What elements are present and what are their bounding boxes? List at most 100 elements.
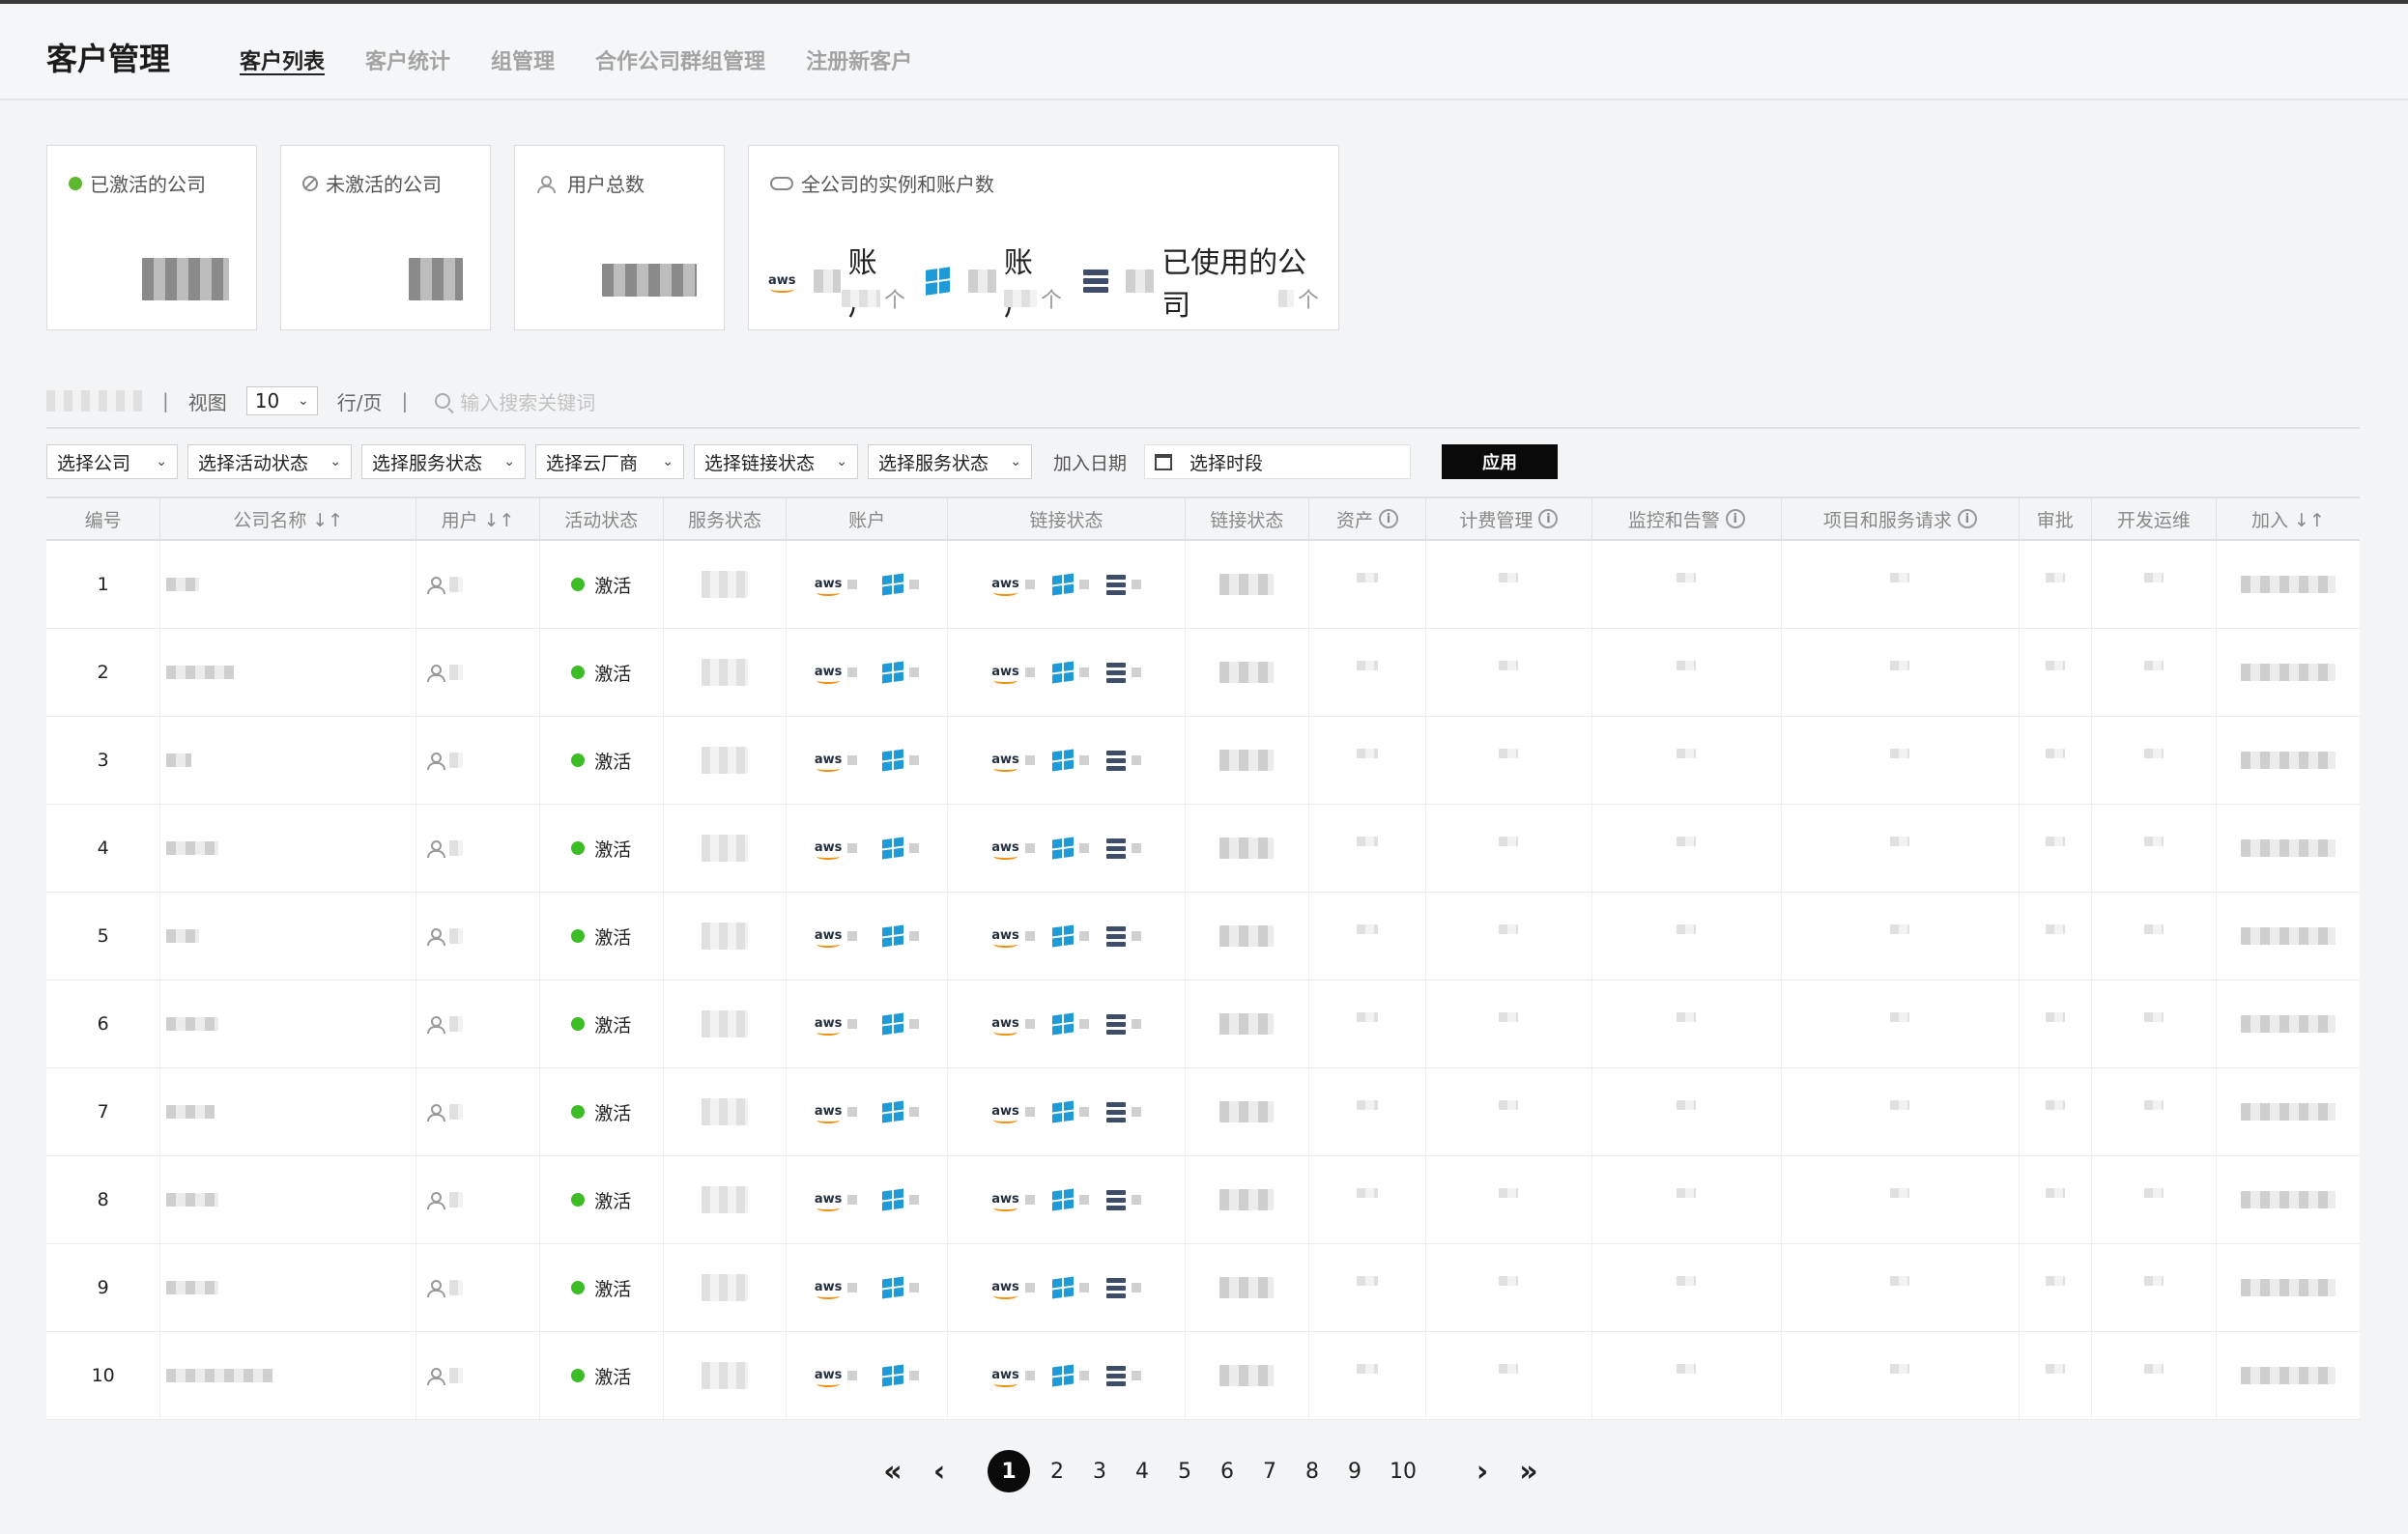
page-4-button[interactable]: 4 — [1127, 1460, 1158, 1484]
prev-page-button[interactable]: ‹ — [922, 1455, 957, 1489]
table-row[interactable]: 9 激活 aws aws — [46, 1244, 2360, 1332]
apply-button[interactable]: 应用 — [1442, 444, 1559, 479]
tab-customer-stats[interactable]: 客户统计 — [365, 44, 450, 75]
activity-status-cell: 激活 — [540, 629, 664, 716]
table-row[interactable]: 5 激活 aws aws — [46, 893, 2360, 980]
tab-customer-list[interactable]: 客户列表 — [240, 44, 325, 75]
rows-per-page-select[interactable]: 10 ⌄ — [245, 386, 318, 415]
redacted-user-count — [449, 665, 464, 680]
column-header: 计费管理 i — [1426, 498, 1592, 539]
column-header[interactable]: 用户 ↓↑ — [416, 498, 540, 539]
aws-icon: aws — [991, 1104, 1019, 1123]
windows-icon — [1051, 1100, 1074, 1123]
redacted-total — [46, 390, 143, 412]
company-filter[interactable]: 选择公司 ⌄ — [46, 444, 178, 479]
company-name-cell — [160, 805, 417, 892]
redacted-service-status — [701, 1362, 748, 1389]
join-date-cell — [2217, 893, 2360, 980]
info-icon[interactable]: i — [1725, 509, 1745, 528]
page-10-button[interactable]: 10 — [1382, 1460, 1424, 1484]
table-row[interactable]: 3 激活 aws aws — [46, 717, 2360, 805]
table-row[interactable]: 6 激活 aws aws — [46, 980, 2360, 1068]
redacted-value — [2045, 1012, 2065, 1022]
redacted-value — [2143, 1100, 2164, 1110]
table-row[interactable]: 8 激活 aws aws — [46, 1156, 2360, 1244]
page-3-button[interactable]: 3 — [1084, 1460, 1115, 1484]
tab-group-management[interactable]: 组管理 — [491, 44, 555, 75]
date-range-picker[interactable]: 选择时段 — [1144, 444, 1412, 479]
table-row[interactable]: 4 激活 aws aws — [46, 805, 2360, 893]
page-8-button[interactable]: 8 — [1297, 1460, 1328, 1484]
service-status-cell — [664, 980, 788, 1067]
column-header: 编号 — [46, 498, 161, 539]
info-icon[interactable]: i — [1379, 509, 1399, 528]
server-icon — [1105, 838, 1126, 859]
page-5-button[interactable]: 5 — [1169, 1460, 1200, 1484]
chevron-down-icon: ⌄ — [1010, 454, 1021, 469]
tab-bar: 客户列表 客户统计 组管理 合作公司群组管理 注册新客户 — [240, 44, 912, 75]
windows-icon — [882, 837, 904, 860]
user-icon — [536, 175, 556, 193]
table-row[interactable]: 1 激活 aws aws — [46, 541, 2360, 629]
info-icon[interactable]: i — [1538, 509, 1559, 528]
monitoring-cell — [1592, 1068, 1782, 1155]
project-request-cell — [1782, 893, 2020, 980]
asset-cell — [1309, 805, 1427, 892]
activity-status-cell: 激活 — [540, 1332, 664, 1419]
redacted-value — [2143, 1276, 2164, 1286]
activity-status-cell: 激活 — [540, 980, 664, 1067]
redacted-join-date — [2240, 664, 2336, 681]
tab-register-customer[interactable]: 注册新客户 — [806, 44, 912, 75]
redacted-link-status — [1219, 925, 1275, 947]
windows-icon — [882, 1012, 904, 1036]
join-date-cell — [2217, 541, 2360, 628]
column-header[interactable]: 公司名称 ↓↑ — [160, 498, 417, 539]
ban-icon — [302, 175, 318, 191]
redacted-value — [2143, 749, 2164, 758]
windows-icon — [1051, 924, 1074, 948]
info-icon[interactable]: i — [1957, 509, 1977, 528]
approval-cell — [2020, 717, 2092, 804]
service-status-cell — [664, 1244, 788, 1331]
aws-icon: aws — [814, 928, 843, 948]
redacted-value — [1677, 749, 1697, 758]
tab-partner-group-management[interactable]: 合作公司群组管理 — [595, 44, 765, 75]
status-label: 激活 — [594, 1102, 632, 1124]
project-request-cell — [1782, 980, 2020, 1067]
table-row[interactable]: 10 激活 aws aws — [46, 1332, 2360, 1420]
account-cell: aws — [787, 1244, 948, 1331]
first-page-button[interactable]: « — [875, 1455, 910, 1489]
row-number: 6 — [46, 980, 161, 1067]
redacted-value — [813, 270, 841, 293]
redacted-value — [1499, 1100, 1519, 1110]
page-1-button[interactable]: 1 — [988, 1450, 1030, 1492]
join-date-cell — [2217, 980, 2360, 1067]
activity-status-filter[interactable]: 选择活动状态 ⌄ — [187, 444, 352, 479]
service-status-cell — [664, 805, 788, 892]
service-status-filter[interactable]: 选择服务状态 ⌄ — [361, 444, 526, 479]
next-page-button[interactable]: › — [1465, 1455, 1500, 1489]
aws-icon: aws — [814, 1280, 843, 1299]
search-input[interactable]: 输入搜索关键词 — [435, 387, 595, 415]
windows-icon — [882, 749, 904, 772]
table-row[interactable]: 2 激活 aws aws — [46, 629, 2360, 717]
link-status-filter[interactable]: 选择链接状态 ⌄ — [694, 444, 858, 479]
aws-icon: aws — [991, 577, 1019, 596]
windows-icon — [882, 1276, 904, 1299]
redacted-value — [2143, 1188, 2164, 1198]
redacted-value — [1890, 1012, 1910, 1022]
billing-cell — [1426, 893, 1592, 980]
cloud-vendor-filter[interactable]: 选择云厂商 ⌄ — [535, 444, 684, 479]
last-page-button[interactable]: » — [1511, 1455, 1546, 1489]
page-6-button[interactable]: 6 — [1212, 1460, 1243, 1484]
page-7-button[interactable]: 7 — [1254, 1460, 1285, 1484]
table-row[interactable]: 7 激活 aws aws — [46, 1068, 2360, 1156]
redacted-value — [1890, 661, 1910, 670]
column-header[interactable]: 加入 ↓↑ — [2217, 498, 2360, 539]
link-status-icons-cell: aws — [948, 1244, 1187, 1331]
redacted-value — [2045, 1100, 2065, 1110]
page-9-button[interactable]: 9 — [1339, 1460, 1370, 1484]
company-name-cell — [160, 1068, 417, 1155]
service-status-filter-2[interactable]: 选择服务状态 ⌄ — [868, 444, 1032, 479]
page-2-button[interactable]: 2 — [1042, 1460, 1073, 1484]
